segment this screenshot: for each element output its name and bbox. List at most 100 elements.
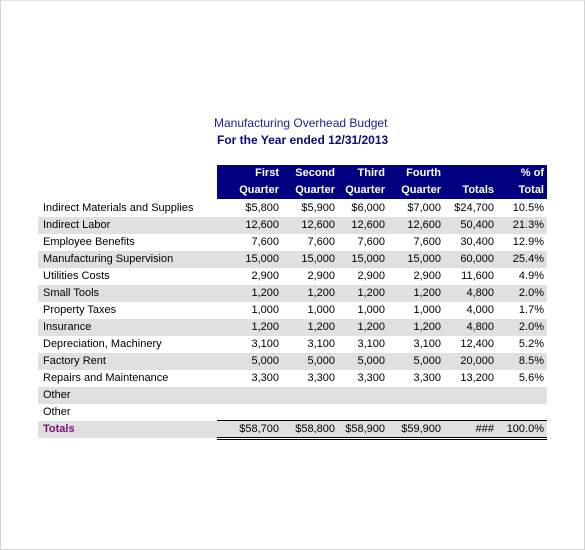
header-percent-of-total-line1: % of	[520, 167, 544, 179]
cell-first-quarter: 15,000	[245, 253, 279, 265]
cell-first-quarter: 1,200	[251, 287, 279, 299]
cell-percent-of-total: 25.4%	[512, 253, 544, 265]
header-totals-line2: Totals	[462, 184, 494, 196]
table-row: Utilities Costs 2,900 2,900 2,900 2,900 11,60…	[38, 268, 547, 285]
table-row: Indirect Labor 12,600 12,600 12,600 12,600 50…	[38, 217, 547, 234]
cell-first-quarter: 3,300	[251, 372, 279, 384]
cell-second-quarter: 15,000	[301, 253, 335, 265]
header-first-quarter-line1: First	[255, 167, 279, 179]
totals-label: Totals	[43, 423, 75, 435]
cell-fourth-quarter: 3,100	[413, 338, 441, 350]
table-header: First Quarter Second Quarter Third Quarter Fou…	[217, 165, 547, 199]
row-label: Depreciation, Machinery	[43, 338, 162, 350]
totals-double-rule-1	[217, 437, 547, 438]
cell-second-quarter: 1,200	[307, 321, 335, 333]
cell-percent-of-total: 2.0%	[518, 287, 544, 299]
row-label: Other	[43, 389, 71, 401]
cell-second-quarter: $5,900	[301, 202, 335, 214]
cell-third-quarter: 15,000	[351, 253, 385, 265]
cell-third-quarter: 3,300	[357, 372, 385, 384]
cell-second-quarter: 1,000	[307, 304, 335, 316]
cell-fourth-quarter: 15,000	[407, 253, 441, 265]
cell-fourth-quarter: 2,900	[413, 270, 441, 282]
header-third-quarter-line2: Quarter	[345, 184, 385, 196]
cell-third-quarter: $6,000	[351, 202, 385, 214]
row-label: Property Taxes	[43, 304, 117, 316]
cell-totals: ###	[475, 423, 494, 435]
row-label: Other	[43, 406, 71, 418]
header-second-quarter-line1: Second	[295, 167, 335, 179]
cell-first-quarter: 3,100	[251, 338, 279, 350]
cell-fourth-quarter: $7,000	[407, 202, 441, 214]
cell-second-quarter: 1,200	[307, 287, 335, 299]
cell-second-quarter: 3,100	[307, 338, 335, 350]
cell-totals: $24,700	[454, 202, 494, 214]
cell-first-quarter: $58,700	[239, 423, 279, 435]
cell-third-quarter: 2,900	[357, 270, 385, 282]
cell-totals: 20,000	[460, 355, 494, 367]
table-row: Factory Rent 5,000 5,000 5,000 5,000 20,000 8.…	[38, 353, 547, 370]
header-fourth-quarter-line2: Quarter	[401, 184, 441, 196]
header-first-quarter-line2: Quarter	[239, 184, 279, 196]
table-row: Small Tools 1,200 1,200 1,200 1,200 4,800 2.0%	[38, 285, 547, 302]
cell-first-quarter: 2,900	[251, 270, 279, 282]
cell-first-quarter: 7,600	[251, 236, 279, 248]
header-third-quarter-line1: Third	[357, 167, 386, 179]
cell-percent-of-total: 4.9%	[518, 270, 544, 282]
cell-first-quarter: $5,800	[245, 202, 279, 214]
cell-fourth-quarter: 5,000	[413, 355, 441, 367]
cell-second-quarter: 3,300	[307, 372, 335, 384]
cell-third-quarter: 5,000	[357, 355, 385, 367]
cell-percent-of-total: 5.2%	[518, 338, 544, 350]
header-fourth-quarter-line1: Fourth	[406, 167, 441, 179]
totals-double-rule-2	[217, 439, 547, 440]
cell-third-quarter: $58,900	[345, 423, 385, 435]
cell-third-quarter: 12,600	[351, 219, 385, 231]
cell-fourth-quarter: 1,200	[413, 321, 441, 333]
cell-second-quarter: $58,800	[295, 423, 335, 435]
cell-totals: 30,400	[460, 236, 494, 248]
cell-fourth-quarter: 3,300	[413, 372, 441, 384]
table-row: Employee Benefits 7,600 7,600 7,600 7,600 30,…	[38, 234, 547, 251]
cell-fourth-quarter: 7,600	[413, 236, 441, 248]
table-row: Insurance 1,200 1,200 1,200 1,200 4,800 2.0%	[38, 319, 547, 336]
row-label: Employee Benefits	[43, 236, 135, 248]
table-row: Repairs and Maintenance 3,300 3,300 3,300 3,…	[38, 370, 547, 387]
cell-first-quarter: 5,000	[251, 355, 279, 367]
cell-third-quarter: 1,200	[357, 321, 385, 333]
row-label: Repairs and Maintenance	[43, 372, 169, 384]
cell-fourth-quarter: 1,000	[413, 304, 441, 316]
cell-percent-of-total: 2.0%	[518, 321, 544, 333]
cell-first-quarter: 1,200	[251, 321, 279, 333]
budget-period: For the Year ended 12/31/2013	[217, 133, 389, 147]
cell-percent-of-total: 21.3%	[512, 219, 544, 231]
row-label: Indirect Materials and Supplies	[43, 202, 194, 214]
table-row: Property Taxes 1,000 1,000 1,000 1,000 4,000 1…	[38, 302, 547, 319]
cell-third-quarter: 1,000	[357, 304, 385, 316]
cell-fourth-quarter: 1,200	[413, 287, 441, 299]
table-row: Other	[38, 387, 547, 404]
row-label: Utilities Costs	[43, 270, 110, 282]
cell-percent-of-total: 12.9%	[512, 236, 544, 248]
cell-totals: 50,400	[460, 219, 494, 231]
header-percent-of-total-line2: Total	[518, 184, 544, 196]
cell-percent-of-total: 5.6%	[518, 372, 544, 384]
cell-fourth-quarter: 12,600	[407, 219, 441, 231]
cell-third-quarter: 7,600	[357, 236, 385, 248]
budget-table-body: Indirect Materials and Supplies $5,800 $5,…	[38, 200, 547, 438]
row-label: Indirect Labor	[43, 219, 111, 231]
cell-totals: 4,800	[466, 321, 494, 333]
cell-first-quarter: 1,000	[251, 304, 279, 316]
row-label: Factory Rent	[43, 355, 106, 367]
table-row: Depreciation, Machinery 3,100 3,100 3,100 3,…	[38, 336, 547, 353]
totals-row: Totals $58,700 $58,800 $58,900 $59,900 ### 100…	[38, 421, 547, 438]
cell-totals: 60,000	[460, 253, 494, 265]
budget-title: Manufacturing Overhead Budget	[214, 116, 388, 130]
header-second-quarter-line2: Quarter	[295, 184, 335, 196]
cell-percent-of-total: 1.7%	[518, 304, 544, 316]
cell-fourth-quarter: $59,900	[401, 423, 441, 435]
cell-totals: 4,800	[466, 287, 494, 299]
cell-second-quarter: 7,600	[307, 236, 335, 248]
row-label: Small Tools	[43, 287, 100, 299]
cell-totals: 13,200	[460, 372, 494, 384]
